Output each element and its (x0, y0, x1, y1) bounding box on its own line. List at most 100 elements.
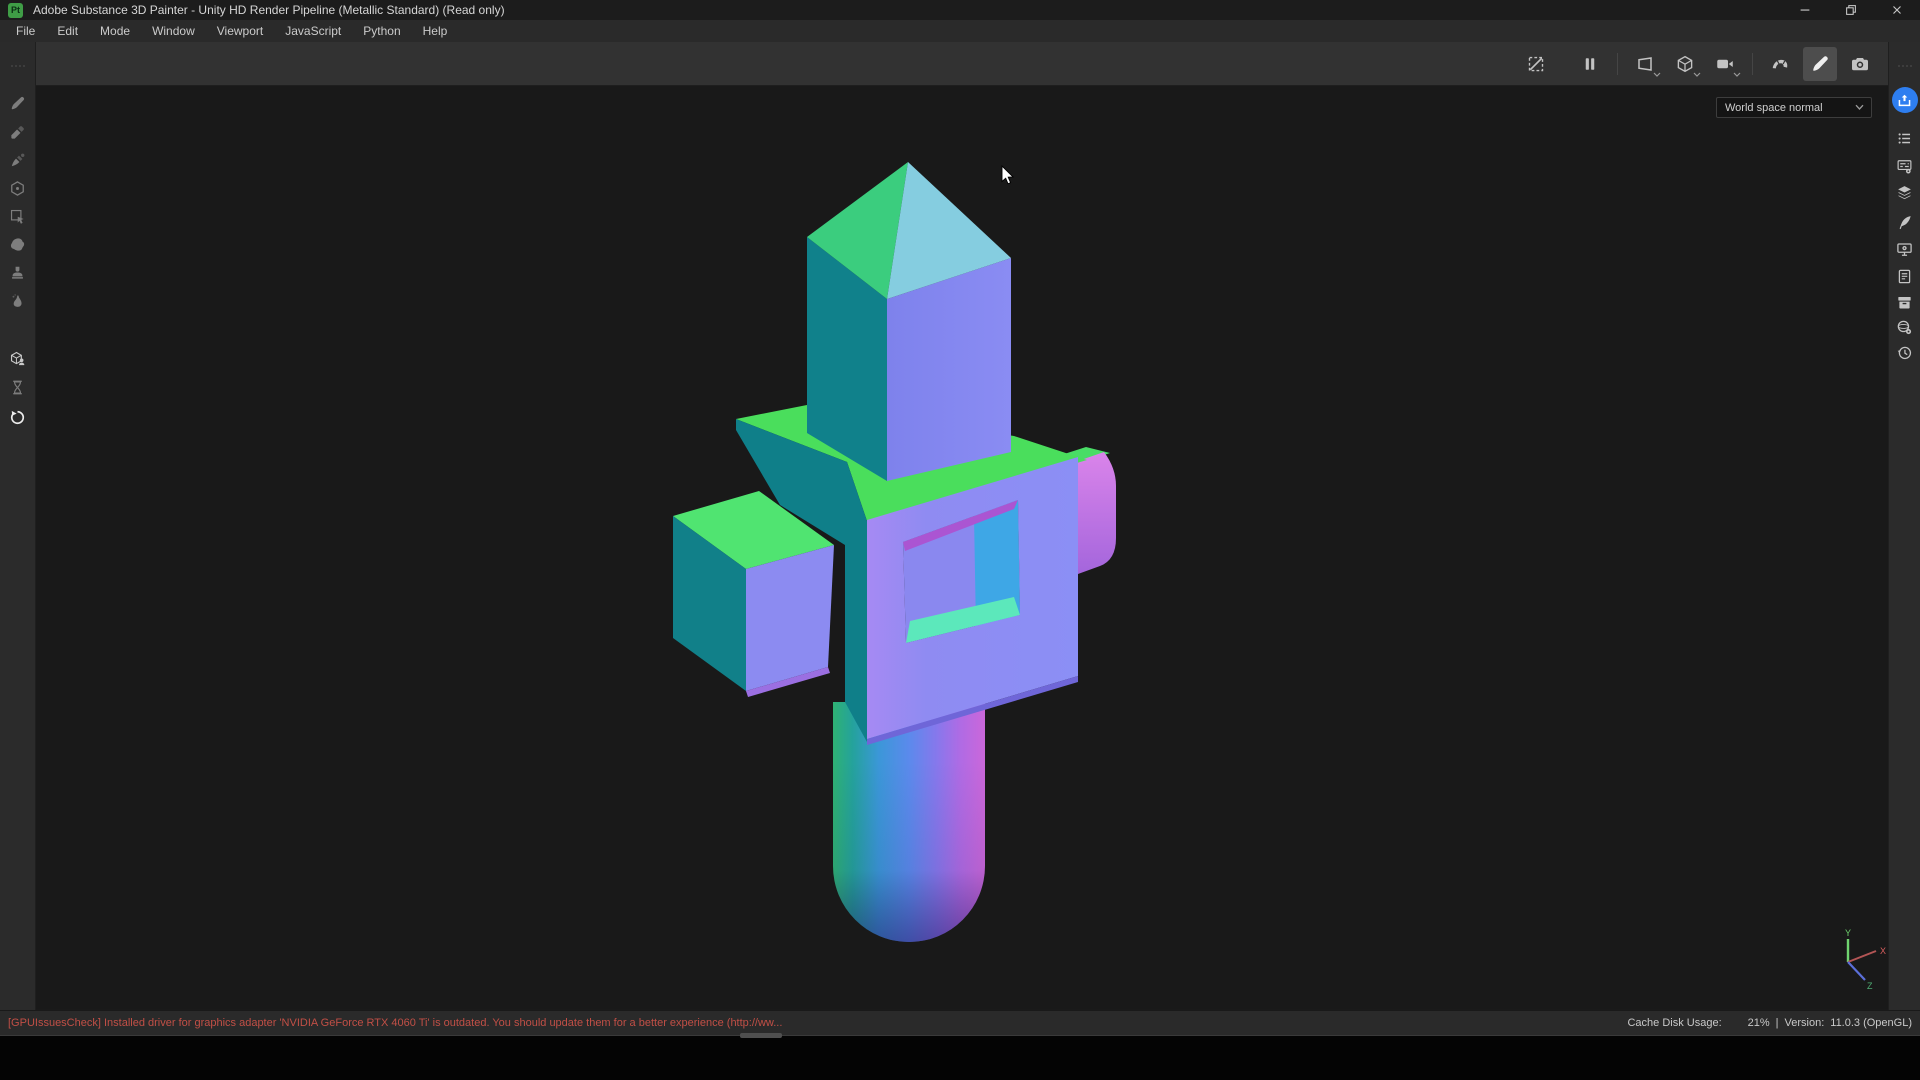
gizmo-y-label: Y (1845, 928, 1851, 938)
decal-tool[interactable] (6, 232, 30, 256)
menu-help[interactable]: Help (412, 20, 459, 42)
chevron-down-icon (1733, 72, 1741, 78)
status-right: Cache Disk Usage: 21% | Version: 11.0.3 … (1627, 1017, 1912, 1029)
display-mode-value: World space normal (1725, 102, 1855, 114)
shader-settings-panel[interactable] (1893, 315, 1917, 339)
menu-javascript[interactable]: JavaScript (274, 20, 352, 42)
material-preview-toggle[interactable] (6, 346, 30, 370)
list-icon (1896, 130, 1913, 147)
chevron-down-icon (1855, 104, 1864, 111)
version-label: Version: (1785, 1017, 1825, 1029)
smudge-tool[interactable] (6, 288, 30, 312)
axis-gizmo: Y X Z (1822, 928, 1888, 990)
croissant-icon (1770, 54, 1790, 74)
gizmo-x-label: X (1880, 946, 1886, 956)
paint-tool[interactable] (6, 91, 30, 115)
version-value: 11.0.3 (OpenGL) (1830, 1017, 1912, 1029)
menu-mode[interactable]: Mode (89, 20, 141, 42)
taskbar-grip (740, 1033, 782, 1038)
viewport-3d[interactable]: World space normal Y X Z (36, 86, 1888, 1009)
menu-window[interactable]: Window (141, 20, 206, 42)
monitor-gear-icon (1896, 241, 1913, 258)
menu-file[interactable]: File (5, 20, 46, 42)
title-bar: Pt Adobe Substance 3D Painter - Unity HD… (0, 0, 1920, 20)
history-icon (1896, 344, 1913, 361)
restore-button[interactable] (1828, 0, 1874, 20)
status-bar: [GPUIssuesCheck] Installed driver for gr… (0, 1010, 1920, 1036)
minimize-button[interactable] (1782, 0, 1828, 20)
assets-panel[interactable] (1893, 290, 1917, 314)
selection-tool[interactable] (6, 204, 30, 228)
splat-icon (9, 236, 26, 253)
polygon-icon (9, 180, 26, 197)
viewport-toolbar-buttons (1516, 42, 1880, 86)
share-icon (1897, 93, 1912, 108)
cache-disk-usage-label: Cache Disk Usage: (1627, 1017, 1721, 1029)
display-settings-panel[interactable] (1893, 237, 1917, 261)
chevron-down-icon (1693, 72, 1701, 78)
viewport-toolbar (36, 42, 1888, 86)
turntable-icon (9, 409, 26, 426)
restore-icon (1844, 3, 1858, 17)
center-column: World space normal Y X Z (36, 42, 1888, 1010)
menu-viewport[interactable]: Viewport (206, 20, 274, 42)
perspective-view-button[interactable] (1628, 47, 1662, 81)
pause-icon (1580, 54, 1600, 74)
menu-bar: FileEditModeWindowViewportJavaScriptPyth… (0, 20, 1920, 42)
projection-icon (9, 152, 26, 169)
display-mode-dropdown[interactable]: World space normal (1716, 97, 1872, 118)
cube-icon (1675, 54, 1695, 74)
paint-mode-button[interactable] (1803, 47, 1837, 81)
sel-off-icon (1526, 54, 1546, 74)
brush-settings-panel[interactable] (1893, 210, 1917, 234)
menu-edit[interactable]: Edit (46, 20, 89, 42)
export-button[interactable] (1892, 87, 1918, 113)
pause-engine-button[interactable] (1573, 47, 1607, 81)
polygon-fill-tool[interactable] (6, 176, 30, 200)
panel-drag-handle[interactable] (9, 62, 27, 70)
chevron-down-icon (1653, 72, 1661, 78)
turntable-toggle[interactable] (6, 405, 30, 429)
eraser-icon (9, 124, 26, 141)
bake-button[interactable] (1763, 47, 1797, 81)
perspective-icon (1635, 54, 1655, 74)
camera-view-button[interactable] (1708, 47, 1742, 81)
texture-set-list-panel[interactable] (1893, 126, 1917, 150)
bottom-black-strip (0, 1036, 1920, 1080)
brush-icon (1810, 54, 1830, 74)
toolbar-separator (1752, 53, 1753, 75)
stamp-icon (9, 264, 26, 281)
gpu-warning-text: [GPUIssuesCheck] Installed driver for gr… (8, 1017, 782, 1029)
panel-drag-handle[interactable] (1896, 62, 1914, 70)
tools-toolbar (0, 42, 36, 1010)
select-icon (9, 208, 26, 225)
model-capsule-handle (833, 702, 985, 942)
mouse-cursor (1001, 165, 1015, 185)
projection-tool[interactable] (6, 148, 30, 172)
screenshot-button[interactable] (1843, 47, 1877, 81)
texture-set-settings-panel[interactable] (1893, 154, 1917, 178)
history-panel[interactable] (1893, 340, 1917, 364)
close-icon (1890, 3, 1904, 17)
quill-icon (1896, 214, 1913, 231)
minimize-icon (1798, 3, 1812, 17)
substance-painter-window: Pt Adobe Substance 3D Painter - Unity HD… (0, 0, 1920, 1080)
menu-python[interactable]: Python (352, 20, 411, 42)
mesh-display-button[interactable] (1668, 47, 1702, 81)
eraser-tool[interactable] (6, 120, 30, 144)
clone-tool[interactable] (6, 260, 30, 284)
gizmo-z-label: Z (1867, 981, 1873, 990)
toolbar-separator (1617, 53, 1618, 75)
selection-visibility-button[interactable] (1519, 47, 1553, 81)
hourglass-toggle[interactable] (6, 375, 30, 399)
camera-icon (1850, 54, 1870, 74)
status-divider: | (1776, 1017, 1779, 1029)
properties-panel[interactable] (1893, 264, 1917, 288)
archive-icon (1896, 294, 1913, 311)
hourglass-icon (9, 379, 26, 396)
app-logo-icon: Pt (8, 3, 23, 18)
cache-disk-usage-value: 21% (1748, 1017, 1770, 1029)
close-button[interactable] (1874, 0, 1920, 20)
3d-model-mesh (36, 86, 1888, 1009)
layers-panel[interactable] (1893, 180, 1917, 204)
